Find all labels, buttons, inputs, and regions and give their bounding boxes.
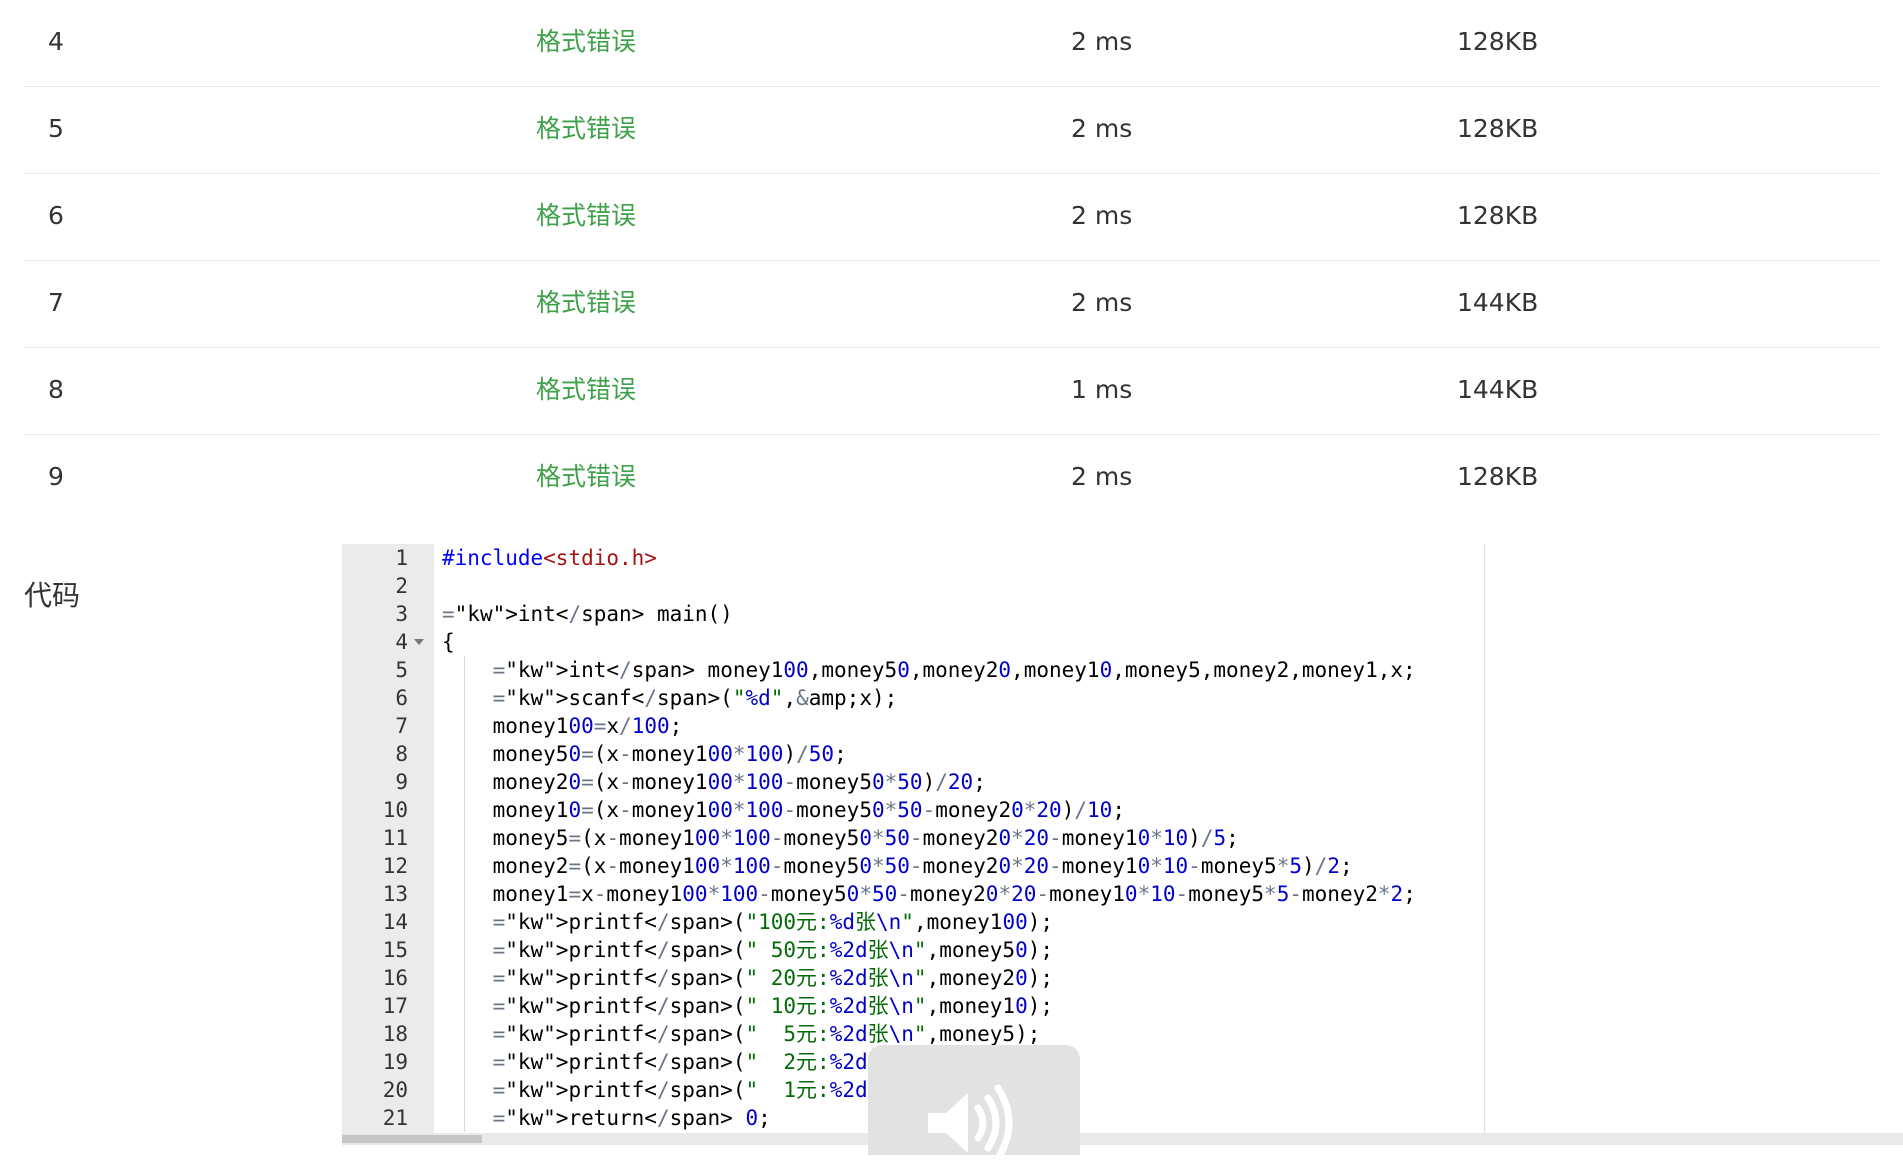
memory-usage: 128KB: [1457, 201, 1539, 230]
run-time: 2 ms: [1071, 27, 1133, 56]
code-line: 7 money100=x/100;: [342, 712, 1485, 740]
code-line: 3 ="kw">int</span> main(): [342, 600, 1485, 628]
line-number: 3: [395, 602, 408, 626]
code-text: money5=(x-money100*100-money50*50-money2…: [442, 826, 1239, 850]
line-number: 4: [395, 630, 408, 654]
test-case-number: 4: [48, 27, 64, 56]
line-number: 15: [382, 938, 408, 962]
code-text: money50=(x-money100*100)/50;: [442, 742, 847, 766]
code-line: 11 money5=(x-money100*100-money50*50-mon…: [342, 824, 1485, 852]
status-text: 格式错误: [536, 114, 637, 143]
line-number: 5: [395, 658, 408, 682]
memory-usage: 144KB: [1457, 288, 1539, 317]
table-row: 4 格式错误 2 ms 128KB: [24, 0, 1879, 87]
table-row: 7 格式错误 2 ms 144KB: [24, 261, 1879, 348]
line-number: 18: [382, 1022, 408, 1046]
line-number: 1: [395, 546, 408, 570]
code-line: 16 ="kw">printf</span>(" 20元:%2d张\n",mon…: [342, 964, 1485, 992]
line-number: 14: [382, 910, 408, 934]
line-number: 21: [382, 1106, 408, 1130]
table-row: 6 格式错误 2 ms 128KB: [24, 174, 1879, 261]
test-case-number: 7: [48, 288, 64, 317]
status-text: 格式错误: [536, 201, 637, 230]
memory-usage: 128KB: [1457, 27, 1539, 56]
code-line: 8 money50=(x-money100*100)/50;: [342, 740, 1485, 768]
code-line: 18 ="kw">printf</span>(" 5元:%2d张\n",mone…: [342, 1020, 1485, 1048]
line-number: 12: [382, 854, 408, 878]
horizontal-scrollbar[interactable]: [342, 1133, 1903, 1145]
code-line: 9 money20=(x-money100*100-money50*50)/20…: [342, 768, 1485, 796]
code-line: 12 money2=(x-money100*100-money50*50-mon…: [342, 852, 1485, 880]
code-line: 6 ="kw">scanf</span>("%d",&amp;x);: [342, 684, 1485, 712]
run-time: 2 ms: [1071, 288, 1133, 317]
code-text: money20=(x-money100*100-money50*50)/20;: [442, 770, 986, 794]
code-line: 17 ="kw">printf</span>(" 10元:%2d张\n",mon…: [342, 992, 1485, 1020]
code-text: ="kw">printf</span>(" 50元:%2d张\n",money5…: [492, 938, 1054, 962]
code-text: ="kw">int</span> money100,money50,money2…: [492, 658, 1416, 682]
status-text: 格式错误: [536, 462, 637, 491]
test-case-number: 6: [48, 201, 64, 230]
code-line: 2: [342, 572, 1485, 600]
line-number: 8: [395, 742, 408, 766]
code-line: 1 #include<stdio.h>: [342, 544, 1485, 572]
status-text: 格式错误: [536, 375, 637, 404]
code-text: money2=(x-money100*100-money50*50-money2…: [442, 854, 1353, 878]
code-text: {: [442, 630, 455, 654]
line-number: 19: [382, 1050, 408, 1074]
test-case-number: 8: [48, 375, 64, 404]
run-time: 1 ms: [1071, 375, 1133, 404]
chevron-down-icon[interactable]: [414, 639, 424, 645]
code-text: ="kw">printf</span>(" 20元:%2d张\n",money2…: [492, 966, 1054, 990]
line-number: 10: [382, 798, 408, 822]
audio-overlay[interactable]: [868, 1045, 1080, 1162]
table-row: 9 格式错误 2 ms 128KB: [24, 435, 1879, 521]
line-number: 20: [382, 1078, 408, 1102]
speaker-icon[interactable]: [928, 1083, 1028, 1163]
test-case-number: 5: [48, 114, 64, 143]
code-text: ="kw">printf</span>(" 10元:%2d张\n",money1…: [492, 994, 1054, 1018]
line-number: 13: [382, 882, 408, 906]
table-row: 5 格式错误 2 ms 128KB: [24, 87, 1879, 174]
scrollbar-thumb[interactable]: [342, 1135, 482, 1143]
table-row: 8 格式错误 1 ms 144KB: [24, 348, 1879, 435]
code-line: 14 ="kw">printf</span>("100元:%d张\n",mone…: [342, 908, 1485, 936]
line-number: 9: [395, 770, 408, 794]
code-section-label: 代码: [24, 579, 81, 612]
code-text: ="kw">printf</span>(" 5元:%2d张\n",money5)…: [492, 1022, 1041, 1046]
status-text: 格式错误: [536, 27, 637, 56]
memory-usage: 128KB: [1457, 462, 1539, 491]
code-text: money100=x/100;: [442, 714, 683, 738]
code-line: 13 money1=x-money100*100-money50*50-mone…: [342, 880, 1485, 908]
test-case-number: 9: [48, 462, 64, 491]
line-number: 6: [395, 686, 408, 710]
code-text: money10=(x-money100*100-money50*50-money…: [442, 798, 1125, 822]
run-time: 2 ms: [1071, 201, 1133, 230]
line-number: 17: [382, 994, 408, 1018]
line-number: 11: [382, 826, 408, 850]
line-number: 2: [395, 574, 408, 598]
code-text: money1=x-money100*100-money50*50-money20…: [442, 882, 1416, 906]
line-number: 7: [395, 714, 408, 738]
code-line: 10 money10=(x-money100*100-money50*50-mo…: [342, 796, 1485, 824]
line-number: 16: [382, 966, 408, 990]
code-line: 15 ="kw">printf</span>(" 50元:%2d张\n",mon…: [342, 936, 1485, 964]
code-line: 5 ="kw">int</span> money100,money50,mone…: [342, 656, 1485, 684]
code-text: #include<stdio.h>: [442, 546, 657, 570]
code-text: ="kw">printf</span>("100元:%d张\n",money10…: [492, 910, 1054, 934]
code-line: 4{: [342, 628, 1485, 656]
code-text: ="kw">return</span> 0;: [492, 1106, 771, 1130]
status-text: 格式错误: [536, 288, 637, 317]
memory-usage: 128KB: [1457, 114, 1539, 143]
memory-usage: 144KB: [1457, 375, 1539, 404]
code-text: ="kw">int</span> main(): [442, 602, 733, 626]
code-text: ="kw">scanf</span>("%d",&amp;x);: [492, 686, 898, 710]
test-results-table: 4 格式错误 2 ms 128KB 5 格式错误 2 ms 128KB 6 格式错误 2 ms 128…: [24, 0, 1879, 521]
run-time: 2 ms: [1071, 462, 1133, 491]
run-time: 2 ms: [1071, 114, 1133, 143]
